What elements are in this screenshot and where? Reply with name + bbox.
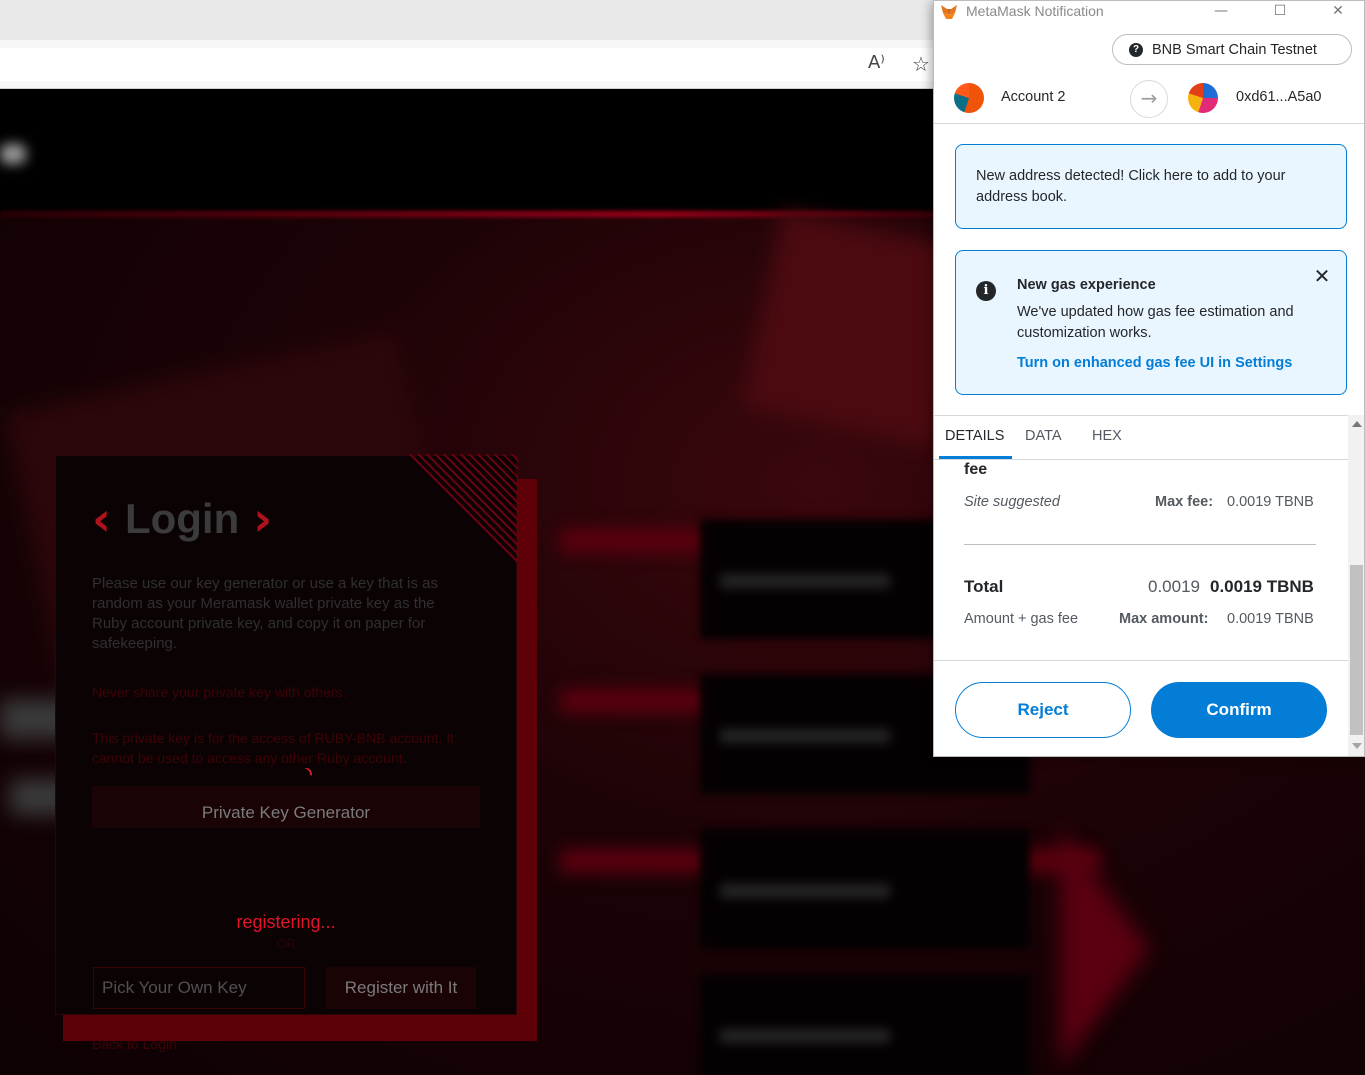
chevron-right-icon: › <box>253 492 273 546</box>
site-logo <box>0 144 26 164</box>
recipient-avatar <box>1188 83 1218 113</box>
key-generator-button[interactable]: Private Key Generator <box>92 786 480 828</box>
own-key-input[interactable] <box>93 967 305 1009</box>
total-value-secondary: 0.0019 <box>1148 577 1200 596</box>
login-title: Login <box>124 495 240 542</box>
gas-notice-title: New gas experience <box>1017 277 1156 293</box>
help-icon: ? <box>1129 42 1143 57</box>
window-title: MetaMask Notification <box>966 3 1104 19</box>
total-label: Total <box>964 577 1004 596</box>
details-panel: fee Site suggested Max fee: 0.0019 TBNB … <box>934 461 1348 661</box>
scroll-down-arrow-icon[interactable] <box>1352 743 1362 749</box>
loading-spinner <box>297 765 315 783</box>
sender-account-name[interactable]: Account 2 <box>1001 89 1066 105</box>
close-icon[interactable]: ✕ <box>1310 264 1334 288</box>
site-suggested-label: Site suggested <box>964 494 1060 510</box>
network-selector[interactable]: ? BNB Smart Chain Testnet <box>1112 34 1352 65</box>
window-close-icon[interactable]: ✕ <box>1323 1 1353 23</box>
enhanced-gas-settings-link[interactable]: Turn on enhanced gas fee UI in Settings <box>1017 355 1292 371</box>
gas-notice-body: We've updated how gas fee estimation and… <box>1017 304 1294 341</box>
network-label: BNB Smart Chain Testnet <box>1152 41 1317 58</box>
arrow-right-icon: → <box>1130 80 1168 118</box>
metamask-fox-icon <box>941 5 957 19</box>
background-panel <box>700 829 1030 949</box>
confirm-button[interactable]: Confirm <box>1151 682 1327 738</box>
gas-experience-notice: i New gas experience We've updated how g… <box>955 250 1347 395</box>
maximize-icon[interactable]: ☐ <box>1265 1 1295 23</box>
tx-tabs: DETAILS DATA HEX <box>934 415 1348 460</box>
window-titlebar: MetaMask Notification — ☐ ✕ <box>934 1 1364 23</box>
minimize-icon[interactable]: — <box>1206 1 1236 23</box>
background-panel <box>700 974 1030 1075</box>
info-icon: i <box>976 281 996 301</box>
scrollbar-thumb[interactable] <box>1350 565 1363 735</box>
tab-hex[interactable]: HEX <box>1092 428 1122 444</box>
warning-text: Never share your private key with others… <box>92 684 347 700</box>
divider <box>964 544 1316 545</box>
chevron-left-icon: ‹ <box>92 492 111 546</box>
total-value-primary: 0.0019 TBNB <box>1210 577 1314 596</box>
register-button[interactable]: Register with It <box>326 967 476 1009</box>
amount-gas-label: Amount + gas fee <box>964 611 1079 627</box>
new-address-notice[interactable]: New address detected! Click here to add … <box>955 144 1347 229</box>
tab-data[interactable]: DATA <box>1025 428 1062 444</box>
max-fee-label: Max fee: <box>1155 494 1214 510</box>
active-tab-indicator <box>939 456 1012 459</box>
card-stripes <box>408 454 518 564</box>
login-card: ‹ Login › Please use our key generator o… <box>55 454 518 1052</box>
back-to-login-link[interactable]: Back to Login <box>92 1036 177 1052</box>
recipient-address[interactable]: 0xd61...A5a0 <box>1236 89 1321 105</box>
status-text: registering... <box>236 912 336 932</box>
sender-recipient-row: Account 2 → 0xd61...A5a0 <box>934 73 1364 124</box>
background-arrow <box>1060 829 1150 1069</box>
read-aloud-icon[interactable]: A⁾ <box>868 52 892 76</box>
metamask-window: MetaMask Notification — ☐ ✕ ? BNB Smart … <box>933 0 1365 757</box>
address-bar[interactable] <box>0 48 960 81</box>
max-amount-label: Max amount: <box>1119 611 1209 627</box>
warning-text: This private key is for the access of RU… <box>92 730 455 766</box>
reject-button[interactable]: Reject <box>955 682 1131 738</box>
tab-details[interactable]: DETAILS <box>945 428 1004 444</box>
fee-label: fee <box>964 461 988 478</box>
scrollbar[interactable] <box>1348 415 1364 756</box>
login-title-row: ‹ Login › <box>92 492 272 546</box>
max-amount-value: 0.0019 TBNB <box>1227 611 1314 627</box>
login-description: Please use our key generator or use a ke… <box>92 575 439 652</box>
scroll-up-arrow-icon[interactable] <box>1352 421 1362 427</box>
sender-avatar <box>954 83 984 113</box>
or-separator: OR <box>276 936 296 951</box>
action-footer: Reject Confirm <box>934 660 1348 756</box>
max-fee-value: 0.0019 TBNB <box>1227 494 1314 510</box>
